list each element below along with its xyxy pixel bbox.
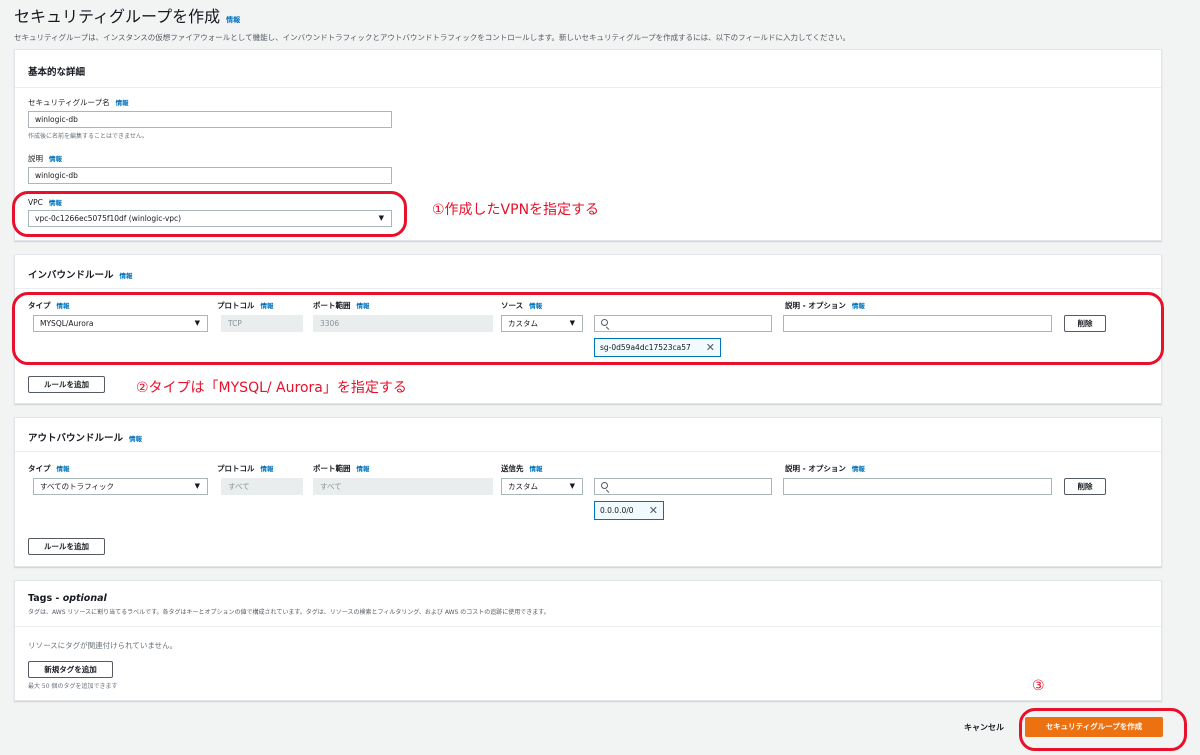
outbound-col-desc: 説明 - オプション 情報	[785, 464, 865, 473]
title-info-link[interactable]: 情報	[226, 16, 240, 24]
search-icon	[601, 482, 608, 489]
outbound-col-dest: 送信先 情報	[501, 464, 543, 473]
tags-description: タグは、AWS リソースに割り当てるラベルです。各タグはキーとオプションの値で構…	[28, 609, 550, 616]
annotation-3: ③	[1032, 678, 1045, 694]
close-icon[interactable]: ✕	[649, 502, 658, 519]
tags-empty-text: リソースにタグが関連付けられていません。	[28, 641, 178, 650]
tags-heading: Tags - optional	[28, 593, 107, 604]
outbound-dest-select[interactable]: カスタム ▼	[501, 478, 583, 495]
basic-details-header: 基本的な詳細	[15, 50, 1161, 88]
basic-details-heading: 基本的な詳細	[28, 67, 86, 78]
cancel-button[interactable]: キャンセル	[964, 722, 1004, 733]
info-link[interactable]: 情報	[852, 465, 865, 473]
info-link[interactable]: 情報	[261, 465, 274, 473]
sg-name-input[interactable]: winlogic-db	[28, 111, 392, 128]
annotation-2: ②タイプは「MYSQL/ Aurora」を指定する	[136, 380, 407, 396]
annotation-box-inbound	[12, 292, 1164, 365]
page-title: セキュリティグループを作成 情報	[14, 3, 240, 27]
outbound-type-value: すべてのトラフィック	[40, 482, 115, 491]
chevron-down-icon: ▼	[569, 482, 575, 490]
outbound-heading: アウトバウンドルール 情報	[28, 433, 143, 444]
info-link[interactable]: 情報	[357, 465, 370, 473]
outbound-dest-token[interactable]: 0.0.0.0/0 ✕	[594, 501, 664, 520]
outbound-delete-button[interactable]: 削除	[1064, 478, 1106, 495]
sg-name-label: セキュリティグループ名 情報	[28, 98, 129, 107]
chevron-down-icon: ▼	[194, 482, 200, 490]
tags-optional: optional	[62, 593, 107, 604]
info-link[interactable]: 情報	[530, 465, 543, 473]
sg-name-info-link[interactable]: 情報	[116, 99, 129, 107]
page-title-text: セキュリティグループを作成	[14, 7, 221, 26]
inbound-heading: インバウンドルール 情報	[28, 270, 133, 281]
inbound-add-rule-button[interactable]: ルールを追加	[28, 376, 105, 393]
inbound-header: インバウンドルール 情報	[15, 255, 1161, 289]
outbound-port-field: すべて	[313, 478, 493, 495]
sg-name-hint: 作成後に名前を編集することはできません。	[28, 133, 148, 140]
outbound-col-protocol: プロトコル 情報	[217, 464, 274, 473]
outbound-rules-panel: アウトバウンドルール 情報 タイプ 情報 プロトコル 情報 ポート範囲 情報 送信先 情報…	[14, 417, 1162, 567]
outbound-add-rule-button[interactable]: ルールを追加	[28, 538, 105, 555]
outbound-type-select[interactable]: すべてのトラフィック ▼	[33, 478, 208, 495]
annotation-1: ①作成したVPNを指定する	[432, 202, 600, 218]
outbound-protocol-field: すべて	[221, 478, 303, 495]
annotation-box-create	[1019, 708, 1187, 751]
outbound-desc-input[interactable]	[783, 478, 1052, 495]
outbound-token-text: 0.0.0.0/0	[600, 506, 634, 515]
outbound-dest-search[interactable]	[594, 478, 772, 495]
tags-limit-hint: 最大 50 個のタグを追加できます	[28, 683, 118, 690]
outbound-col-port: ポート範囲 情報	[313, 464, 370, 473]
outbound-dest-value: カスタム	[508, 482, 538, 491]
tags-header: Tags - optional タグは、AWS リソースに割り当てるラベルです。…	[15, 581, 1161, 627]
description-input[interactable]: winlogic-db	[28, 167, 392, 184]
page-description: セキュリティグループは、インスタンスの仮想ファイアウォールとして機能し、インバウ…	[14, 33, 851, 42]
info-link[interactable]: 情報	[57, 465, 70, 473]
outbound-info-link[interactable]: 情報	[129, 435, 142, 443]
tags-panel: Tags - optional タグは、AWS リソースに割り当てるラベルです。…	[14, 580, 1162, 701]
annotation-box-vpc	[12, 191, 407, 237]
inbound-info-link[interactable]: 情報	[120, 272, 133, 280]
add-tag-button[interactable]: 新規タグを追加	[28, 661, 113, 678]
outbound-col-type: タイプ 情報	[28, 464, 70, 473]
outbound-header: アウトバウンドルール 情報	[15, 418, 1161, 452]
description-info-link[interactable]: 情報	[49, 155, 62, 163]
description-label: 説明 情報	[28, 154, 62, 163]
